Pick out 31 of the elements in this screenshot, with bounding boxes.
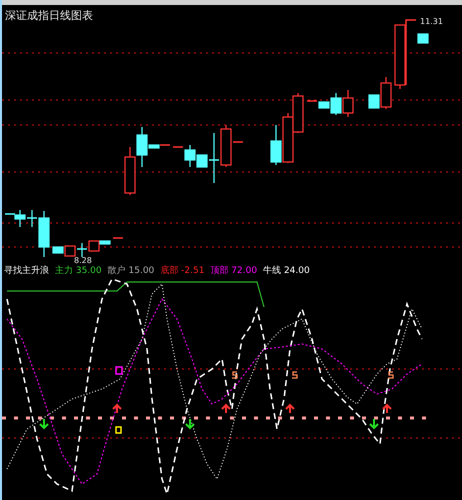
candlestick <box>342 90 354 117</box>
up-arrow-icon <box>221 404 231 414</box>
price-line <box>405 19 416 85</box>
down-arrow-icon <box>39 418 49 430</box>
legend-label: 底部 -2.51 <box>160 264 204 277</box>
candlestick <box>113 237 123 239</box>
square-marker-icon <box>115 366 123 375</box>
candlestick <box>417 33 429 44</box>
down-arrow-icon <box>369 418 379 430</box>
candlestick <box>77 243 87 257</box>
squiggle-icon <box>388 371 394 379</box>
up-arrow-icon <box>382 404 392 414</box>
high-price-label: 11.31 <box>420 17 443 26</box>
squiggle-icon <box>232 371 238 379</box>
low-price-label: 8.28 <box>74 256 92 265</box>
legend-label: 寻找主升浪 <box>4 264 49 277</box>
candlestick <box>270 125 282 165</box>
legend-label: 顶部 72.00 <box>210 264 258 277</box>
legend-label: 主力 35.00 <box>55 264 102 277</box>
up-arrow-icon <box>285 404 295 414</box>
legend-label: 散户 15.00 <box>108 264 154 277</box>
squiggle-icon <box>292 371 298 379</box>
candlestick <box>292 93 304 133</box>
legend-label: 牛线 24.00 <box>263 264 310 277</box>
chart-title: 深证成指日线图表 <box>5 8 93 23</box>
candlestick <box>124 147 136 195</box>
candlestick <box>394 24 406 89</box>
down-arrow-icon <box>185 418 195 430</box>
square-marker-icon <box>115 426 122 434</box>
candlestick <box>282 113 294 163</box>
up-arrow-icon <box>112 404 122 414</box>
